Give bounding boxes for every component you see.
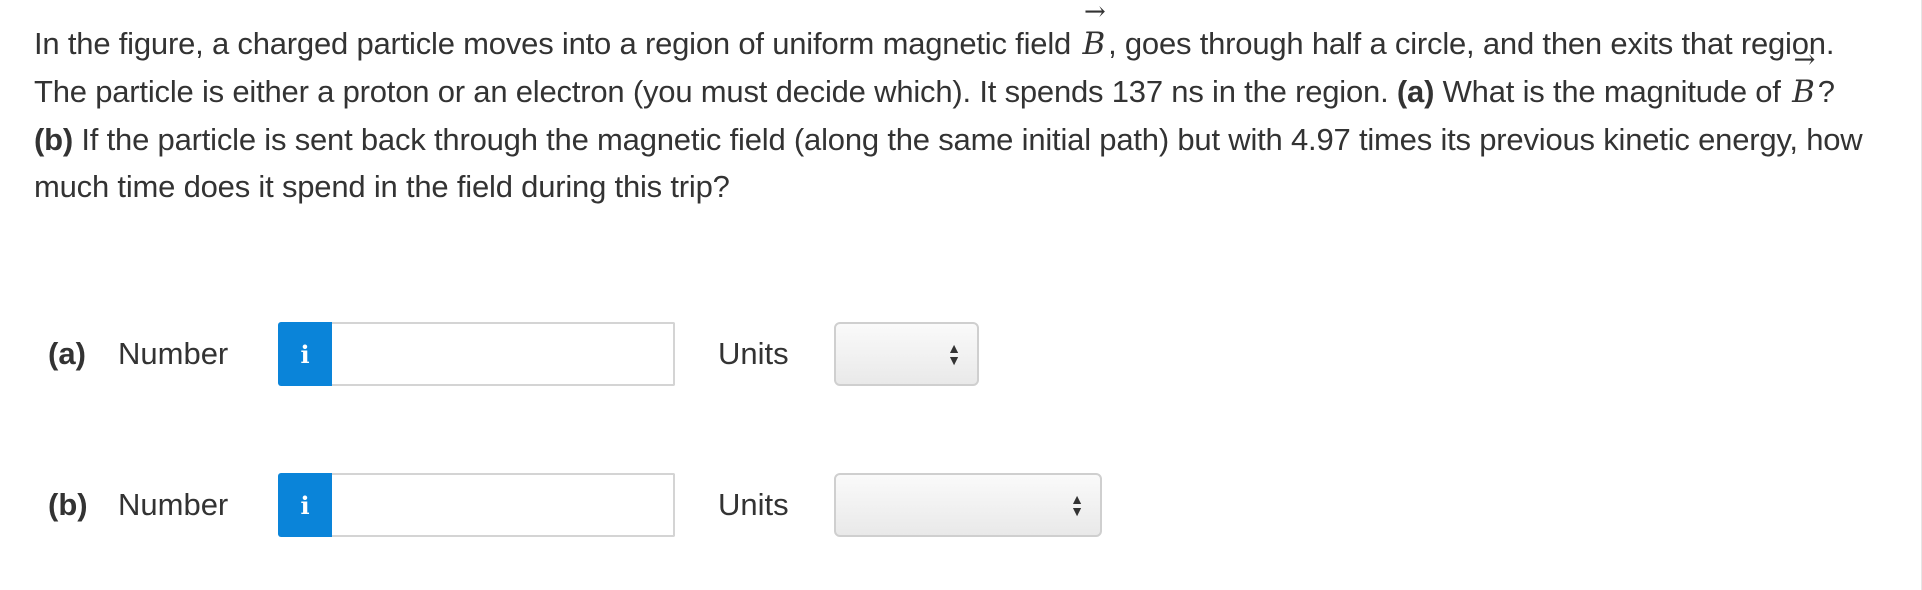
number-input-a[interactable]	[332, 322, 675, 386]
part-a-label: (a)	[1396, 74, 1435, 109]
part-a-end: ?	[1817, 74, 1835, 109]
units-label: Units	[718, 336, 789, 371]
number-label: Number	[118, 487, 229, 522]
units-select-b[interactable]: ▲ ▼	[834, 473, 1102, 537]
vector-b-symbol-2: → B	[1789, 47, 1818, 116]
part-b-text: If the particle is sent back through the…	[34, 122, 1863, 204]
question-intro: In the figure, a charged particle moves …	[34, 26, 1080, 61]
answer-row-a: (a) Number i Units ▲ ▼	[48, 320, 979, 388]
answer-part-label: (b)	[48, 487, 88, 522]
part-a-text: What is the magnitude of	[1434, 74, 1790, 109]
units-label: Units	[718, 487, 789, 522]
units-select-a[interactable]: ▲ ▼	[834, 322, 979, 386]
select-updown-icon: ▲ ▼	[947, 340, 961, 368]
info-icon[interactable]: i	[278, 322, 332, 386]
question-text: In the figure, a charged particle moves …	[34, 0, 1894, 210]
vector-letter: B	[1082, 26, 1106, 62]
vector-arrow-icon: →	[1083, 0, 1106, 27]
answer-part-label: (a)	[48, 336, 86, 371]
number-label: Number	[118, 336, 229, 371]
vector-letter: B	[1792, 74, 1815, 110]
vector-b-symbol: → B	[1079, 0, 1108, 68]
info-icon[interactable]: i	[278, 473, 332, 537]
part-b-label: (b)	[34, 122, 73, 157]
select-updown-icon: ▲ ▼	[1070, 491, 1084, 519]
vector-arrow-icon: →	[1793, 45, 1816, 75]
number-input-b[interactable]	[332, 473, 675, 537]
question-card: In the figure, a charged particle moves …	[0, 0, 1922, 590]
answer-row-b: (b) Number i Units ▲ ▼	[48, 471, 1102, 539]
